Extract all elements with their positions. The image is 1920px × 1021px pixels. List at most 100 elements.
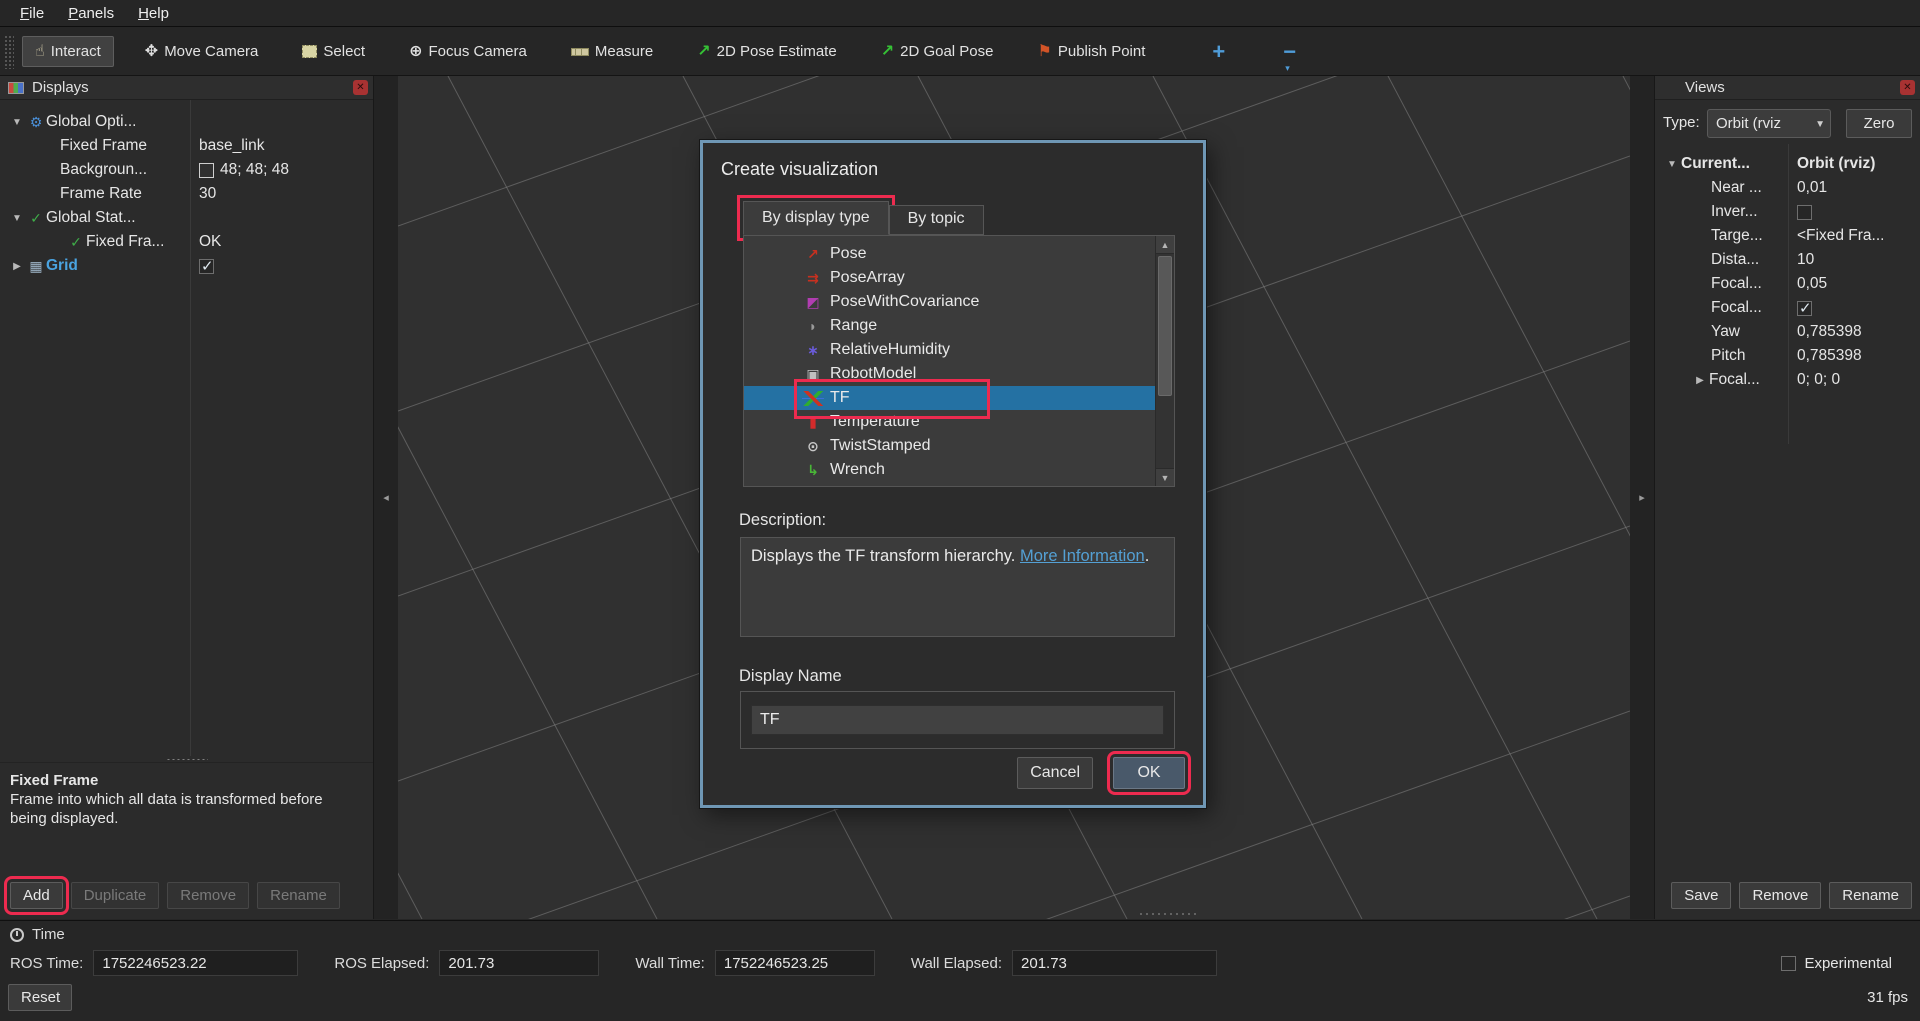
close-icon[interactable]: ✕: [353, 80, 368, 95]
wall-time-field[interactable]: [715, 950, 875, 976]
reset-button[interactable]: Reset: [8, 984, 72, 1011]
display-type-robotmodel[interactable]: ▣RobotModel: [744, 362, 1156, 386]
measure-tool[interactable]: Measure: [558, 36, 666, 67]
display-type-label: PoseWithCovariance: [830, 293, 979, 311]
tree-expanded-icon[interactable]: ▼: [8, 213, 26, 224]
add-tool-button[interactable]: +: [1202, 39, 1235, 65]
collapse-left-icon[interactable]: ◂: [383, 491, 389, 504]
checkbox-unchecked[interactable]: [1797, 205, 1812, 220]
list-scrollbar[interactable]: ▲ ▼: [1155, 236, 1174, 486]
pose-array-icon: ⇉: [802, 271, 824, 285]
display-type-temperature[interactable]: ▮Temperature: [744, 410, 1156, 434]
display-type-label: TF: [830, 389, 850, 407]
checkbox-checked[interactable]: [199, 259, 214, 274]
row-label: Fixed Fra...: [86, 233, 164, 251]
row-value[interactable]: base_link: [199, 137, 265, 155]
remove-button[interactable]: Remove: [1739, 882, 1821, 909]
displays-panel-header[interactable]: Displays ✕: [0, 76, 373, 100]
column-divider[interactable]: [1788, 144, 1789, 444]
type-label: Type:: [1663, 114, 1700, 131]
row-value[interactable]: <Fixed Fra...: [1797, 227, 1884, 245]
ruler-icon: [571, 48, 589, 56]
interact-tool[interactable]: ☝Interact: [22, 36, 114, 67]
tool-label: Measure: [595, 43, 653, 60]
rename-button[interactable]: Rename: [1829, 882, 1912, 909]
row-value[interactable]: OK: [199, 233, 221, 251]
cancel-button[interactable]: Cancel: [1017, 757, 1093, 789]
view-type-dropdown[interactable]: Orbit (rviz ▼: [1707, 109, 1831, 138]
tree-row-fixed-frame[interactable]: Fixed Framebase_link: [0, 134, 373, 158]
collapse-right-icon[interactable]: ▸: [1639, 491, 1645, 504]
scroll-down-icon[interactable]: ▼: [1156, 468, 1174, 486]
splitter-handle[interactable]: [1138, 912, 1198, 916]
display-type-wrench[interactable]: ↳Wrench: [744, 458, 1156, 482]
row-label: Frame Rate: [60, 185, 142, 203]
color-swatch[interactable]: [199, 163, 214, 178]
display-type-tf[interactable]: TF: [744, 386, 1156, 410]
display-type-posewithcovariance[interactable]: ◩PoseWithCovariance: [744, 290, 1156, 314]
tree-expanded-icon[interactable]: ▼: [1663, 159, 1681, 170]
row-label: Pitch: [1711, 347, 1745, 365]
more-information-link[interactable]: More Information: [1020, 547, 1145, 565]
views-panel: Views ✕ Type: Orbit (rviz ▼ Zero ▼Curren…: [1654, 76, 1920, 919]
display-name-input[interactable]: [751, 705, 1164, 735]
close-icon[interactable]: ✕: [1900, 80, 1915, 95]
focus-camera-tool[interactable]: ⊕Focus Camera: [396, 36, 540, 67]
menu-help[interactable]: Help: [128, 3, 179, 24]
tab-by-topic[interactable]: By topic: [889, 205, 984, 235]
add-button[interactable]: Add: [10, 882, 63, 909]
experimental-checkbox[interactable]: [1781, 956, 1796, 971]
row-value[interactable]: 0; 0; 0: [1797, 371, 1840, 389]
2d-goal-pose-tool[interactable]: ↗2D Goal Pose: [868, 36, 1007, 67]
ros-elapsed-field[interactable]: [439, 950, 599, 976]
display-type-relativehumidity[interactable]: ∗RelativeHumidity: [744, 338, 1156, 362]
display-type-posearray[interactable]: ⇉PoseArray: [744, 266, 1156, 290]
checkbox-checked[interactable]: [1797, 301, 1812, 316]
display-type-twiststamped[interactable]: ⊙TwistStamped: [744, 434, 1156, 458]
tree-collapsed-icon[interactable]: ▶: [1691, 375, 1709, 386]
menu-panels[interactable]: Panels: [58, 3, 124, 24]
row-label: Backgroun...: [60, 161, 147, 179]
publish-point-tool[interactable]: ⚑Publish Point: [1025, 36, 1159, 67]
zero-button[interactable]: Zero: [1846, 109, 1912, 138]
ok-button[interactable]: OK: [1113, 757, 1185, 789]
select-tool[interactable]: Select: [289, 36, 378, 67]
column-divider[interactable]: [190, 100, 191, 756]
tree-collapsed-icon[interactable]: ▶: [8, 261, 26, 272]
toolbar-grip[interactable]: [4, 35, 14, 69]
row-value[interactable]: Orbit (rviz): [1797, 155, 1875, 173]
display-type-pose[interactable]: ↗Pose: [744, 242, 1156, 266]
row-value[interactable]: 0,785398: [1797, 323, 1862, 341]
wall-elapsed-field[interactable]: [1012, 950, 1217, 976]
tree-row-grid[interactable]: ▶▦Grid: [0, 254, 373, 278]
move-camera-tool[interactable]: ✥Move Camera: [132, 36, 272, 67]
display-type-range[interactable]: ◗Range: [744, 314, 1156, 338]
tree-row-backgroun[interactable]: Backgroun... 48; 48; 48: [0, 158, 373, 182]
row-value[interactable]: 0,05: [1797, 275, 1827, 293]
row-value[interactable]: 0,785398: [1797, 347, 1862, 365]
remove-tool-button[interactable]: −▾: [1275, 39, 1304, 65]
tree-row-global-opti[interactable]: ▼⚙Global Opti...: [0, 110, 373, 134]
clock-icon: [10, 928, 24, 942]
row-value[interactable]: 48; 48; 48: [220, 161, 289, 179]
row-label: Focal...: [1709, 371, 1760, 389]
row-value[interactable]: 30: [199, 185, 216, 203]
scrollbar-thumb[interactable]: [1158, 256, 1172, 396]
robot-model-icon: ▣: [802, 367, 824, 381]
tree-row-frame-rate[interactable]: Frame Rate 30: [0, 182, 373, 206]
tree-expanded-icon[interactable]: ▼: [8, 117, 26, 128]
row-value[interactable]: 0,01: [1797, 179, 1827, 197]
tree-row-global-stat[interactable]: ▼✓Global Stat...: [0, 206, 373, 230]
ros-time-field[interactable]: [93, 950, 298, 976]
2d-pose-estimate-tool[interactable]: ↗2D Pose Estimate: [684, 36, 849, 67]
tree-row-fixed-fra[interactable]: ✓Fixed Fra...OK: [0, 230, 373, 254]
row-value[interactable]: 10: [1797, 251, 1814, 269]
menu-file[interactable]: File: [10, 3, 54, 24]
views-panel-header[interactable]: Views ✕: [1655, 76, 1920, 100]
save-button[interactable]: Save: [1671, 882, 1731, 909]
time-panel-header[interactable]: Time: [0, 921, 1920, 943]
scroll-up-icon[interactable]: ▲: [1156, 236, 1174, 254]
tool-label: 2D Goal Pose: [900, 43, 993, 60]
tab-by-display-type[interactable]: By display type: [743, 201, 889, 235]
display-type-label: TwistStamped: [830, 437, 930, 455]
